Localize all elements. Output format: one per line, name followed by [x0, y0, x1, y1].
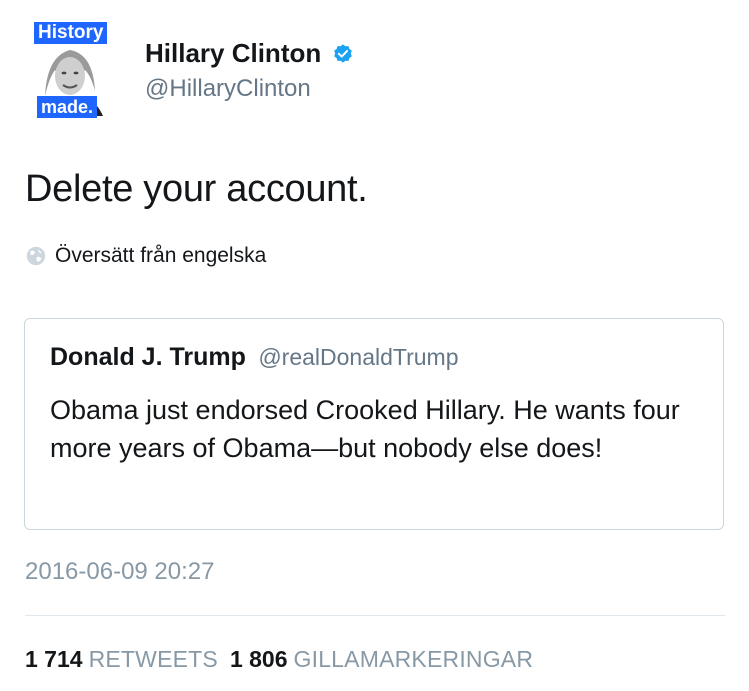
divider: [25, 615, 725, 616]
translate-label: Översätt från engelska: [55, 244, 267, 267]
likes-label[interactable]: GILLAMARKERINGAR: [294, 646, 534, 672]
author-handle[interactable]: @HillaryClinton: [145, 75, 354, 103]
quoted-handle: @realDonaldTrump: [258, 344, 459, 370]
author-names: Hillary Clinton @HillaryClinton: [145, 38, 354, 103]
avatar[interactable]: History made.: [25, 18, 122, 122]
tweet-text: Delete your account.: [25, 168, 368, 210]
quoted-tweet-header: Donald J. Trump @realDonaldTrump: [50, 343, 459, 372]
quoted-tweet-card[interactable]: Donald J. Trump @realDonaldTrump Obama j…: [24, 318, 724, 530]
quoted-display-name: Donald J. Trump: [50, 343, 246, 371]
globe-icon: [26, 246, 46, 266]
avatar-badge-top: History: [34, 22, 108, 44]
author-display-name[interactable]: Hillary Clinton: [145, 38, 321, 69]
retweets-label[interactable]: RETWEETS: [89, 646, 218, 672]
avatar-badge-bottom: made.: [37, 96, 98, 118]
verified-badge-icon: [333, 43, 352, 63]
tweet-timestamp[interactable]: 2016-06-09 20:27: [25, 558, 215, 586]
tweet-header: History made. Hillary Clinton @HillaryCl…: [25, 18, 725, 124]
translate-link[interactable]: Översätt från engelska: [25, 244, 266, 268]
likes-count[interactable]: 1 806: [230, 646, 288, 672]
retweets-count[interactable]: 1 714: [25, 646, 83, 672]
quoted-tweet-text: Obama just endorsed Crooked Hillary. He …: [50, 395, 680, 463]
tweet-stats: 1 714 RETWEETS 1 806 GILLAMARKERINGAR: [25, 646, 545, 673]
